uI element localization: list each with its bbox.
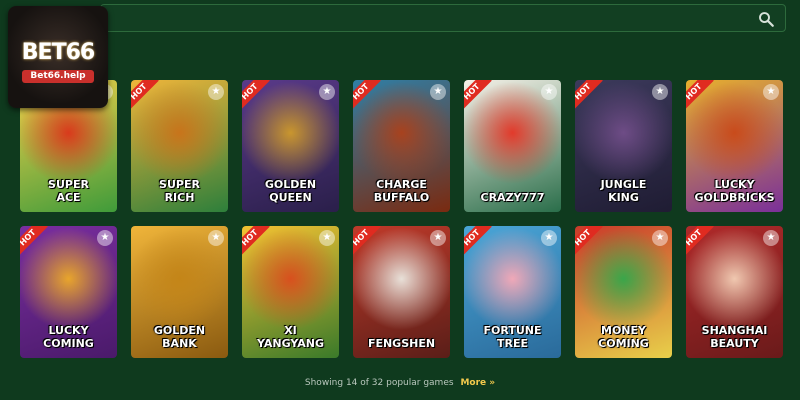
game-card[interactable]: HOT ★ SHANGHAI BEAUTY [686,226,783,358]
game-title: GOLDEN BANK [153,324,206,350]
game-card[interactable]: HOT ★ LUCKY GOLDBRICKS [686,80,783,212]
game-card[interactable]: ★ GOLDEN BANK [131,226,228,358]
game-card[interactable]: HOT ★ LUCKY COMING [20,226,117,358]
star-icon[interactable]: ★ [319,230,335,246]
star-icon[interactable]: ★ [763,230,779,246]
game-title: JUNGLE KING [600,178,647,204]
game-title: FORTUNE TREE [483,324,542,350]
star-icon[interactable]: ★ [97,230,113,246]
game-title: CHARGE BUFFALO [373,178,430,204]
game-title: GOLDEN QUEEN [264,178,317,204]
games-count-text: Showing 14 of 32 popular games [304,378,454,388]
star-icon[interactable]: ★ [541,230,557,246]
logo-brand: BET66 [21,40,95,65]
star-icon[interactable]: ★ [763,84,779,100]
game-title: SUPER ACE [48,178,89,204]
star-icon[interactable]: ★ [319,84,335,100]
game-card[interactable]: HOT ★ SUPER RICH [131,80,228,212]
star-icon[interactable]: ★ [430,84,446,100]
game-card[interactable]: HOT ★ FENGSHEN [353,226,450,358]
game-title: XI YANGYANG [256,324,325,350]
game-card[interactable]: HOT ★ MONEY COMING [575,226,672,358]
star-icon[interactable]: ★ [652,84,668,100]
game-card[interactable]: HOT ★ FORTUNE TREE [464,226,561,358]
more-link[interactable]: More » [460,378,495,388]
game-title: SUPER RICH [159,178,200,204]
star-icon[interactable]: ★ [208,84,224,100]
game-card[interactable]: HOT ★ GOLDEN QUEEN [242,80,339,212]
star-icon[interactable]: ★ [208,230,224,246]
game-title: LUCKY GOLDBRICKS [694,178,775,204]
logo-domain: Bet66.help [22,70,94,83]
game-title: LUCKY COMING [43,324,94,350]
footer-row: Showing 14 of 32 popular games More » [0,378,800,388]
game-title: SHANGHAI BEAUTY [701,324,768,350]
star-icon[interactable]: ★ [541,84,557,100]
game-title: MONEY COMING [598,324,649,350]
site-logo[interactable]: BET66 Bet66.help [8,6,108,108]
star-icon[interactable]: ★ [652,230,668,246]
more-label: More [460,378,487,388]
star-icon[interactable]: ★ [430,230,446,246]
game-card[interactable]: HOT ★ XI YANGYANG [242,226,339,358]
search-icon[interactable] [757,10,775,28]
search-bar[interactable] [100,4,786,32]
game-title: CRAZY777 [480,191,545,204]
chevron-double-down-icon: » [489,378,496,388]
game-card[interactable]: HOT ★ CRAZY777 [464,80,561,212]
game-card[interactable]: HOT ★ JUNGLE KING [575,80,672,212]
game-title: FENGSHEN [367,337,436,350]
game-card[interactable]: HOT ★ CHARGE BUFFALO [353,80,450,212]
